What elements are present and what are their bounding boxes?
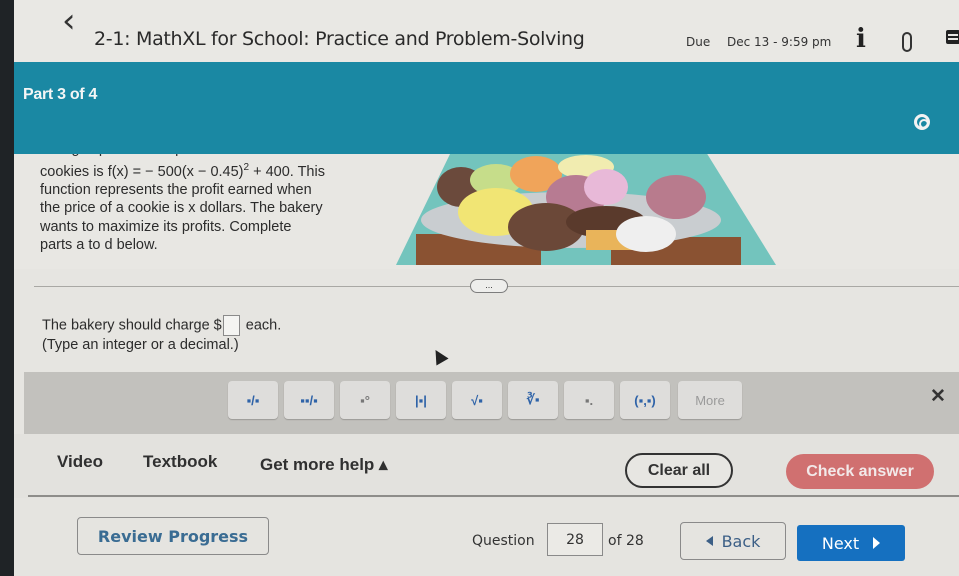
comment-icon[interactable]	[946, 30, 959, 44]
exponent-button[interactable]: ▪°	[340, 381, 390, 419]
review-progress-button[interactable]: Review Progress	[77, 517, 269, 555]
navigation-row: Review Progress Question of 28 Back Next	[14, 498, 959, 576]
question-total: of 28	[608, 533, 644, 549]
problem-line: the price of a cookie is x dollars. The …	[40, 200, 323, 217]
help-row: Video Textbook Get more help ▴ Clear all…	[14, 434, 959, 498]
answer-suffix: each.	[245, 317, 282, 334]
triangle-left-icon	[705, 536, 713, 546]
problem-statement: changes profits. The profit function for…	[14, 154, 959, 269]
square-root-button[interactable]: √▪	[452, 381, 502, 419]
mouse-cursor-icon	[429, 346, 449, 366]
more-button[interactable]: More	[678, 381, 742, 419]
get-more-help-link[interactable]: Get more help ▴	[260, 455, 388, 475]
textbook-link[interactable]: Textbook	[143, 452, 217, 472]
function-suffix: + 400. This	[249, 163, 325, 180]
problem-text: changes profits. The profit function for…	[40, 154, 370, 255]
ordered-pair-button[interactable]: (▪,▪)	[620, 381, 670, 419]
back-button[interactable]: Back	[680, 522, 786, 560]
answer-line: The bakery should charge $ each.	[42, 315, 281, 336]
info-icon[interactable]: i	[856, 24, 866, 54]
help-divider	[28, 495, 959, 497]
absolute-value-button[interactable]: |▪|	[396, 381, 446, 419]
question-number-input[interactable]	[547, 523, 603, 556]
assignment-title: 2-1: MathXL for School: Practice and Pro…	[94, 28, 585, 50]
problem-line: wants to maximize its profits. Complete	[40, 218, 292, 235]
check-answer-button[interactable]: Check answer	[786, 454, 934, 489]
nth-root-button[interactable]: ∛▪	[508, 381, 558, 419]
due-label: Due	[686, 35, 711, 49]
part-label: Part 3 of 4	[23, 86, 98, 103]
triangle-right-icon	[873, 537, 881, 549]
paperclip-icon[interactable]	[902, 32, 912, 52]
due-date: Dec 13 - 9:59 pm	[727, 35, 832, 49]
function-prefix: cookies is f(x) = − 500(x − 0.45)	[40, 163, 244, 180]
expand-button[interactable]: ...	[470, 279, 508, 293]
part-bar: Part 3 of 4	[14, 62, 959, 154]
problem-line: function represents the profit earned wh…	[40, 181, 312, 198]
screen: ‹ 2-1: MathXL for School: Practice and P…	[14, 0, 959, 576]
math-toolbar: ▪/▪ ▪▪/▪ ▪° |▪| √▪ ∛▪ ▪. (▪,▪) More ✕	[24, 372, 959, 434]
question-label: Question	[472, 533, 535, 549]
cookie	[616, 216, 676, 252]
answer-input[interactable]	[222, 315, 240, 336]
clear-all-button[interactable]: Clear all	[625, 453, 733, 488]
close-icon[interactable]: ✕	[930, 385, 946, 408]
fraction-button[interactable]: ▪/▪	[228, 381, 278, 419]
answer-hint: (Type an integer or a decimal.)	[42, 337, 239, 353]
gear-icon[interactable]	[914, 114, 930, 130]
cookie-plate-image	[396, 154, 776, 265]
problem-line: cookies is f(x) = − 500(x − 0.45)2 + 400…	[40, 159, 370, 181]
answer-prefix: The bakery should charge $	[42, 317, 222, 334]
back-label: Back	[721, 531, 761, 551]
assignment-header: ‹ 2-1: MathXL for School: Practice and P…	[14, 0, 959, 62]
next-label: Next	[821, 533, 860, 553]
mixed-number-button[interactable]: ▪▪/▪	[284, 381, 334, 419]
cookie	[584, 169, 628, 205]
chevron-left-icon[interactable]: ‹	[62, 4, 76, 38]
cookie	[646, 175, 706, 219]
decimal-button[interactable]: ▪.	[564, 381, 614, 419]
next-button[interactable]: Next	[797, 525, 905, 561]
video-link[interactable]: Video	[57, 452, 103, 472]
problem-line: parts a to d below.	[40, 237, 158, 254]
